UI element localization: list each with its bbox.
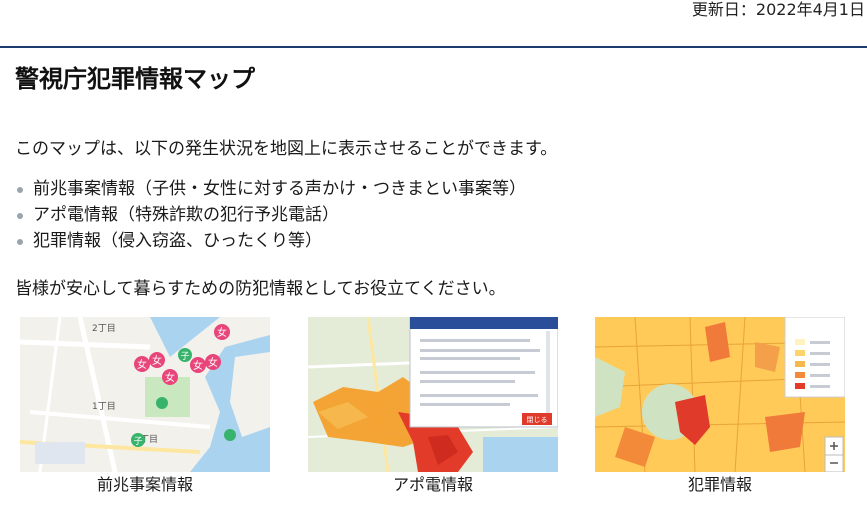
map-card-precursor[interactable]: 2丁目 1丁目 丁目 女 女 女 女 女 女 子 子 前兆事案情報: [20, 317, 270, 496]
woman-icon: 女: [152, 354, 162, 367]
park-icon: [224, 429, 236, 441]
precursor-map-caption[interactable]: 前兆事案情報: [20, 474, 270, 496]
apoden-map-thumbnail[interactable]: 閉じる: [308, 317, 558, 472]
map-card-crime[interactable]: 犯罪情報: [595, 317, 845, 496]
child-icon: 子: [133, 436, 142, 447]
woman-marker[interactable]: 女: [205, 354, 221, 370]
woman-icon: 女: [217, 326, 227, 339]
intro-text: このマップは、以下の発生状況を地図上に表示させることができます。: [15, 139, 558, 159]
woman-marker[interactable]: 女: [149, 352, 165, 368]
woman-icon: 女: [193, 359, 203, 372]
list-item: アポ電情報（特殊詐欺の犯行予兆電話）: [15, 202, 526, 228]
apoden-info-popup[interactable]: 閉じる: [409, 317, 558, 428]
apoden-map-caption[interactable]: アポ電情報: [308, 474, 558, 496]
child-marker[interactable]: 子: [131, 433, 145, 447]
update-date: 更新日：2022年4月1日: [691, 0, 865, 19]
precursor-map-thumbnail[interactable]: 2丁目 1丁目 丁目 女 女 女 女 女 女 子 子: [20, 317, 270, 472]
woman-marker[interactable]: 女: [134, 356, 150, 372]
crime-map-caption[interactable]: 犯罪情報: [595, 474, 845, 496]
child-icon: 子: [180, 351, 189, 362]
list-item: 犯罪情報（侵入窃盗、ひったくり等）: [15, 228, 526, 254]
woman-marker[interactable]: 女: [162, 369, 178, 385]
list-item: 前兆事案情報（子供・女性に対する声かけ・つきまとい事案等）: [15, 176, 526, 202]
woman-marker[interactable]: 女: [190, 357, 206, 373]
map-card-apoden[interactable]: 閉じる アポ電情報: [308, 317, 558, 496]
park-icon: [156, 397, 168, 409]
info-list: 前兆事案情報（子供・女性に対する声かけ・つきまとい事案等） アポ電情報（特殊詐欺…: [15, 176, 526, 254]
closing-text: 皆様が安心して暮らすための防犯情報としてお役立てください。: [15, 279, 506, 299]
woman-icon: 女: [165, 371, 175, 384]
child-marker[interactable]: 子: [178, 348, 192, 362]
header-divider: [0, 46, 867, 48]
woman-icon: 女: [208, 356, 218, 369]
district-label: 2丁目: [92, 323, 116, 334]
district-label: 1丁目: [92, 401, 116, 412]
crime-map-thumbnail[interactable]: [595, 317, 845, 472]
svg-text:閉じる: 閉じる: [527, 416, 548, 424]
page-title: 警視庁犯罪情報マップ: [15, 65, 255, 93]
woman-icon: 女: [137, 358, 147, 371]
woman-marker[interactable]: 女: [214, 324, 230, 340]
popup-close-button[interactable]: 閉じる: [522, 413, 552, 425]
